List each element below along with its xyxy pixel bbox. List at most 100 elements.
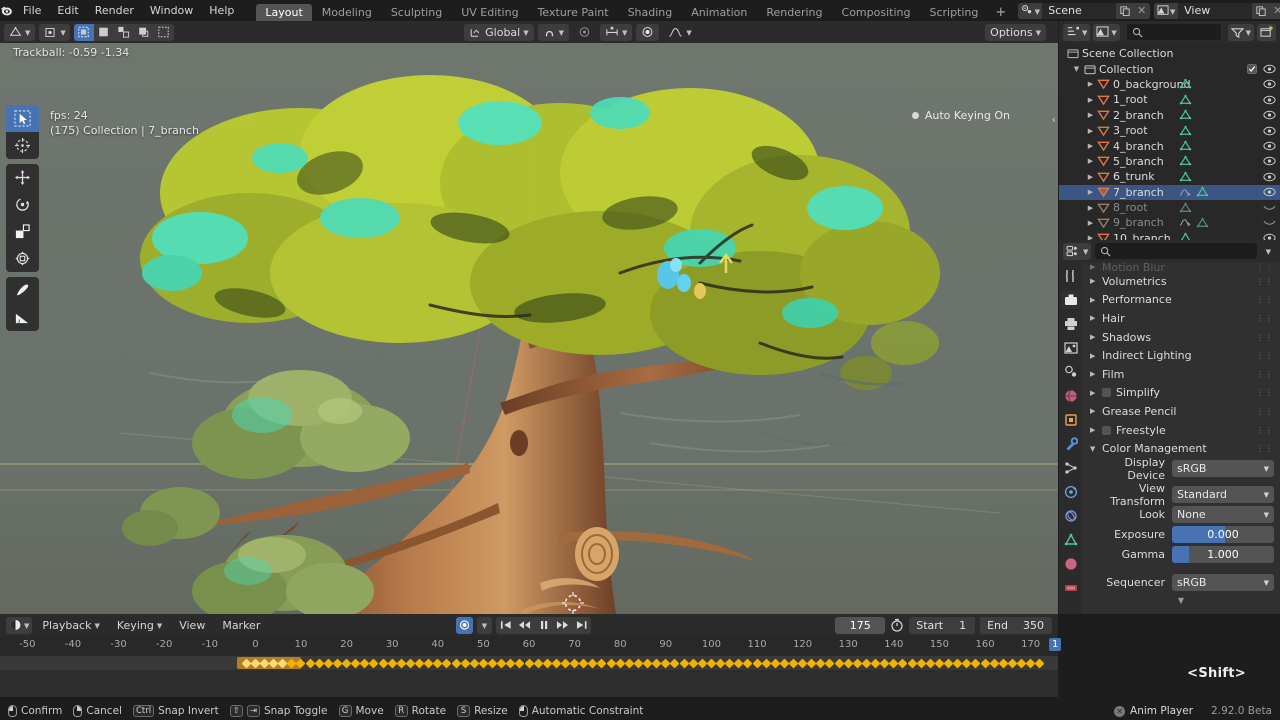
outliner-row-object[interactable]: ▶ 1_root (1059, 92, 1280, 107)
panel-checkbox[interactable] (1102, 388, 1111, 398)
previous-keyframe-button[interactable] (515, 617, 534, 634)
menu-edit[interactable]: Edit (49, 0, 86, 21)
timeline-menu-view[interactable]: View (172, 617, 212, 634)
properties-panel-row[interactable]: ▶ Indirect Lighting ⋮⋮ (1082, 346, 1280, 365)
outliner-filter-button[interactable]: ▼ (1227, 23, 1254, 41)
keying-curve-button[interactable]: ▼ (663, 24, 696, 41)
tab-rendering[interactable]: Rendering (757, 4, 831, 21)
outliner-row-object[interactable]: ▶ 6_trunk (1059, 169, 1280, 184)
tab-compositing[interactable]: Compositing (833, 4, 920, 21)
scene-tab-icon[interactable] (1061, 362, 1081, 381)
jump-to-end-button[interactable] (572, 617, 591, 634)
tab-modeling[interactable]: Modeling (313, 4, 381, 21)
modifiers-tab-icon[interactable] (1061, 434, 1081, 453)
menu-file[interactable]: File (15, 0, 49, 21)
scene-selector[interactable]: ▼ Scene ✕ (1018, 2, 1151, 19)
outliner-visibility-toggle[interactable] (1263, 79, 1276, 89)
exposure-slider[interactable]: 0.000 (1172, 526, 1274, 544)
properties-panel-row[interactable]: ▶ Performance ⋮⋮ (1082, 291, 1280, 310)
disclosure-triangle-icon[interactable]: ▶ (1085, 127, 1096, 135)
select-extend-mode[interactable] (113, 23, 134, 41)
disclosure-triangle-icon[interactable]: ▶ (1085, 188, 1096, 196)
new-collection-button[interactable] (1257, 23, 1276, 41)
world-tab-icon[interactable] (1061, 386, 1081, 405)
unlink-scene-button[interactable]: ✕ (1133, 2, 1151, 19)
disclosure-triangle-icon[interactable]: ▶ (1090, 296, 1102, 304)
blender-logo-icon[interactable] (0, 0, 15, 21)
visibility-eye-icon[interactable] (1263, 64, 1276, 74)
proportional-edit-button[interactable] (573, 24, 596, 41)
disclosure-triangle-icon[interactable]: ▼ (1090, 445, 1102, 453)
new-scene-button[interactable] (1116, 2, 1134, 19)
outliner-row-object[interactable]: ▶ 5_branch (1059, 154, 1280, 169)
outliner-visibility-toggle[interactable] (1263, 141, 1276, 151)
outliner-editor-type-button[interactable]: ▼ (1063, 23, 1091, 41)
outliner-visibility-toggle[interactable] (1263, 187, 1276, 197)
tool-tab-icon[interactable] (1061, 266, 1081, 285)
disclosure-triangle-icon[interactable]: ▶ (1090, 426, 1102, 434)
constraints-tab-icon[interactable] (1061, 506, 1081, 525)
end-frame-value[interactable]: 350 (1015, 616, 1052, 634)
timeline-menu-marker[interactable]: Marker (215, 617, 267, 634)
properties-panel-row[interactable]: ▶ Hair ⋮⋮ (1082, 309, 1280, 328)
scene-icon[interactable]: ▼ (1018, 2, 1043, 19)
disclosure-triangle-icon[interactable]: ▶ (1085, 142, 1096, 150)
scale-tool[interactable] (6, 218, 39, 245)
properties-panel-row[interactable]: ▶ Film ⋮⋮ (1082, 365, 1280, 384)
view-transform-dropdown[interactable]: Standard ▼ (1172, 486, 1274, 504)
select-subtract-mode[interactable] (133, 23, 154, 41)
outliner-row-object[interactable]: ▶ 2_branch (1059, 108, 1280, 123)
disclosure-triangle-icon[interactable]: ▶ (1090, 370, 1102, 378)
disclosure-triangle-icon[interactable]: ▶ (1090, 407, 1102, 415)
panel-checkbox[interactable] (1102, 425, 1111, 435)
disclosure-triangle-icon[interactable]: ▶ (1085, 219, 1096, 227)
disclosure-triangle-icon[interactable]: ▶ (1085, 157, 1096, 165)
properties-search-input[interactable] (1095, 243, 1257, 259)
timeline-menu-playback[interactable]: Playback ▼ (35, 617, 106, 634)
auto-keyframe-toggle[interactable] (456, 616, 473, 634)
material-tab-icon[interactable] (1061, 554, 1081, 573)
properties-options-chevron-icon[interactable]: ▼ (1261, 248, 1276, 256)
next-keyframe-button[interactable] (553, 617, 572, 634)
outliner-visibility-toggle[interactable] (1263, 203, 1276, 212)
outliner-visibility-toggle[interactable] (1263, 218, 1276, 227)
viewlayer-selector[interactable]: ▼ View Layer ✕ (1154, 2, 1280, 19)
outliner-visibility-toggle[interactable] (1263, 110, 1276, 120)
look-dropdown[interactable]: None ▼ (1172, 506, 1274, 524)
outliner-row-object[interactable]: ▶ 8_root (1059, 200, 1280, 215)
tab-shading[interactable]: Shading (619, 4, 682, 21)
outliner-display-mode-button[interactable]: ▼ (1093, 23, 1120, 41)
properties-panel-row[interactable]: ▶ Grease Pencil ⋮⋮ (1082, 402, 1280, 421)
outliner-row-object[interactable]: ▶ 7_branch (1059, 184, 1280, 200)
properties-editor-type-button[interactable]: ▼ (1063, 242, 1092, 260)
anim-player-status[interactable]: ✕ Anim Player (1114, 705, 1201, 717)
new-viewlayer-button[interactable] (1252, 2, 1270, 19)
output-tab-icon[interactable] (1061, 314, 1081, 333)
snap-distance-button[interactable]: ▼ (600, 23, 633, 41)
physics-tab-icon[interactable] (1061, 482, 1081, 501)
properties-panel-row[interactable]: ▶ Volumetrics ⋮⋮ (1082, 272, 1280, 291)
disclosure-triangle-icon[interactable]: ▶ (1085, 204, 1096, 212)
outliner-row-object[interactable]: ▶ 0_background (1059, 77, 1280, 92)
rotate-tool[interactable] (6, 191, 39, 218)
measure-tool[interactable] (6, 304, 39, 331)
current-frame-field[interactable]: 175 (835, 616, 886, 634)
transform-tool[interactable] (6, 245, 39, 272)
close-icon[interactable]: ✕ (1114, 705, 1126, 717)
annotate-tool[interactable] (6, 277, 39, 304)
tab-sculpting[interactable]: Sculpting (382, 4, 451, 21)
outliner-search-input[interactable] (1126, 24, 1221, 40)
sequencer-dropdown[interactable]: sRGB ▼ (1172, 574, 1274, 592)
tab-add-workspace[interactable]: + (988, 4, 1013, 21)
disclosure-triangle-icon[interactable]: ▶ (1090, 263, 1102, 271)
play-pause-button[interactable] (534, 617, 553, 634)
timeline-editor-type-button[interactable]: ▼ (6, 616, 33, 634)
tab-animation[interactable]: Animation (682, 4, 756, 21)
outliner-visibility-toggle[interactable] (1263, 156, 1276, 166)
gamma-slider[interactable]: 1.000 (1172, 546, 1274, 564)
keying-set-dropdown[interactable]: ▼ (477, 616, 492, 634)
timeline-ruler[interactable]: -50 -40 -30 -20 -10 0 10 20 30 40 50 60 70 80 90 100 110… (0, 636, 1062, 656)
render-tab-icon[interactable] (1060, 290, 1081, 309)
start-frame-value[interactable]: 1 (950, 616, 976, 634)
disclosure-triangle-icon[interactable]: ▶ (1090, 277, 1102, 285)
